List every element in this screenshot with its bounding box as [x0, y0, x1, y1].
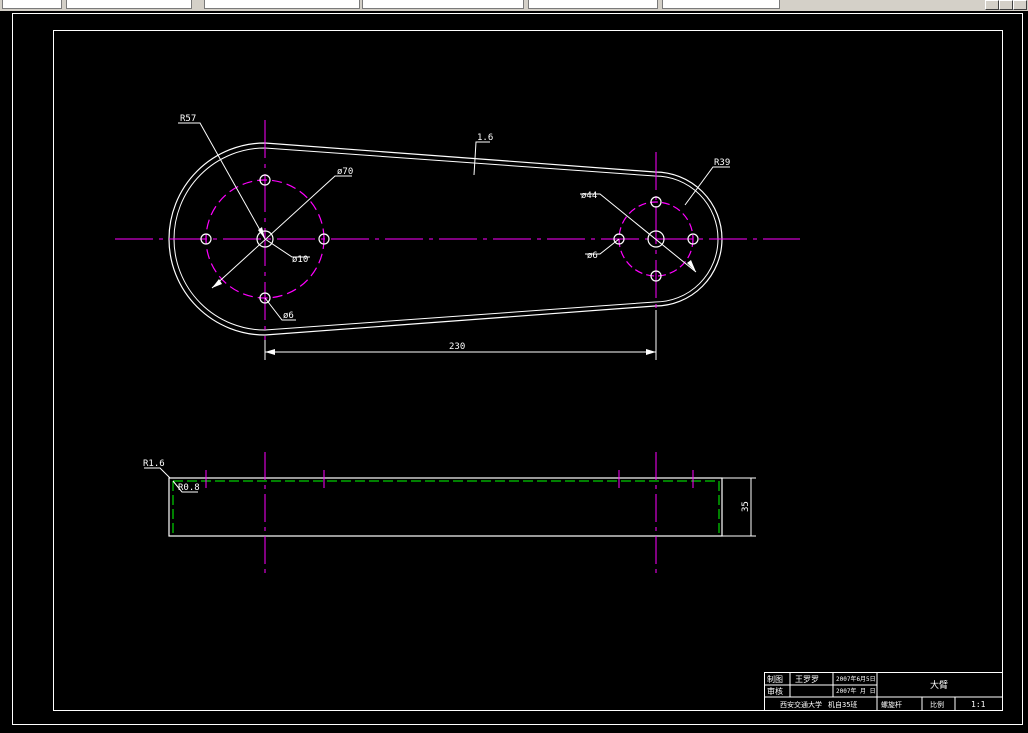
title-block: 制图 王罗罗 2007年6月5日 审核 2007年 月 日 西安交通大学 机自3…: [764, 672, 1003, 711]
tb-checked-label: 审核: [767, 686, 783, 696]
layer-dropdown[interactable]: [204, 0, 360, 9]
cad-drawing[interactable]: R57 ø70 ø10 ø6 1.6 R39 ø44 ø6 230 R1.6 R…: [0, 11, 1028, 729]
restore-button[interactable]: [999, 0, 1013, 10]
toolbar-dropdown[interactable]: [66, 0, 192, 9]
dim-d6-left: ø6: [283, 311, 294, 321]
arm-top-view: R57 ø70 ø10 ø6 1.6 R39 ø44 ø6 230: [115, 114, 800, 360]
toolbar-field[interactable]: [2, 0, 62, 9]
lineweight-dropdown[interactable]: [528, 0, 658, 9]
dim-r16-side: R1.6: [143, 459, 165, 469]
linetype-dropdown[interactable]: [362, 0, 524, 9]
tb-scale-label: 比例: [930, 700, 944, 709]
dim-d44: ø44: [581, 191, 597, 201]
inner-frame: [53, 30, 1003, 711]
tb-class: 机自35班: [828, 700, 857, 709]
r16-side-leader: [144, 467, 171, 479]
r39-leader: [684, 166, 730, 206]
minimize-button[interactable]: [985, 0, 999, 10]
plotstyle-dropdown[interactable]: [662, 0, 780, 9]
dim-top-16: 1.6: [477, 133, 493, 143]
drawing-canvas[interactable]: R57 ø70 ø10 ø6 1.6 R39 ø44 ø6 230 R1.6 R…: [0, 11, 1028, 729]
close-button[interactable]: [1013, 0, 1027, 10]
d70-leader: [211, 175, 352, 289]
arrowhead: [265, 349, 275, 355]
dim-d6-right: ø6: [587, 251, 598, 261]
tb-drawn-date: 2007年6月5日: [836, 675, 876, 683]
dim-d70: ø70: [337, 167, 353, 177]
tb-checked-date: 2007年 月 日: [836, 687, 876, 695]
dim-35: 35: [741, 501, 751, 512]
dim-r08: R0.8: [178, 483, 200, 493]
dim-r39: R39: [714, 158, 730, 168]
outer-frame: [12, 13, 1023, 725]
dim-d10: ø10: [292, 255, 308, 265]
side-outline: [168, 477, 723, 537]
tb-part-name: 大臂: [930, 679, 948, 691]
tb-drawn-name: 王罗罗: [795, 675, 819, 684]
tb-drawn-label: 制图: [767, 674, 783, 684]
tb-part-code: 螺旋杆: [881, 700, 902, 709]
dim-r57: R57: [180, 114, 196, 124]
arrowhead: [646, 349, 656, 355]
tb-school: 西安交通大学: [780, 700, 822, 709]
arm-side-view: R1.6 R0.8 35: [143, 452, 756, 575]
dim-230: 230: [449, 342, 465, 352]
tb-scale: 1:1: [971, 700, 986, 709]
